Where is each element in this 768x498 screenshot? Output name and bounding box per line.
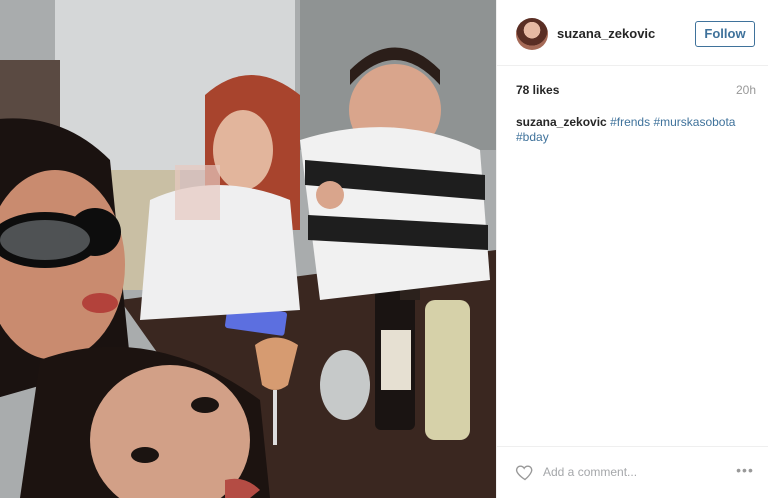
- avatar[interactable]: [516, 18, 548, 50]
- post-timestamp[interactable]: 20h: [736, 83, 756, 97]
- follow-button[interactable]: Follow: [695, 21, 755, 47]
- photo-illustration: [0, 0, 496, 498]
- heart-icon[interactable]: [515, 462, 535, 482]
- post-meta: 78 likes 20h: [516, 83, 756, 99]
- hashtag-frends[interactable]: #frends: [610, 115, 650, 129]
- hashtag-bday[interactable]: #bday: [516, 130, 549, 144]
- likes-count[interactable]: 78 likes: [516, 83, 559, 97]
- username-link[interactable]: suzana_zekovic: [557, 26, 655, 41]
- post-photo[interactable]: [0, 0, 496, 498]
- post-caption: suzana_zekovic #frends #murskasobota #bd…: [516, 115, 756, 145]
- post-header: suzana_zekovic Follow: [497, 0, 768, 66]
- post-details-panel: suzana_zekovic Follow 78 likes 20h suzan…: [496, 0, 768, 498]
- comment-input[interactable]: [543, 463, 723, 481]
- hashtag-murskasobota[interactable]: #murskasobota: [653, 115, 735, 129]
- comment-bar: •••: [497, 446, 768, 498]
- caption-username[interactable]: suzana_zekovic: [516, 115, 607, 129]
- more-options-icon[interactable]: •••: [733, 461, 757, 481]
